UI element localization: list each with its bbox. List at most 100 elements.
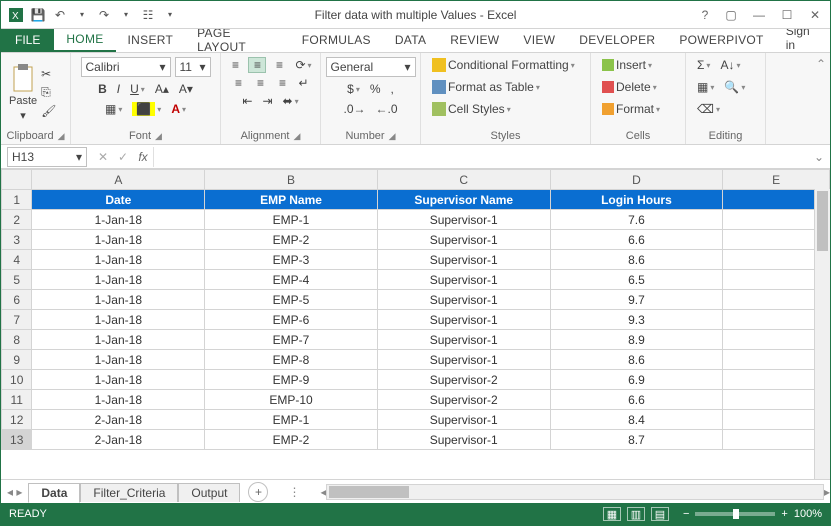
zoom-value[interactable]: 100% [794,508,822,520]
scrollbar-thumb[interactable] [817,191,828,251]
row-header-4[interactable]: 4 [2,250,32,270]
cell-D10[interactable]: 6.9 [550,370,723,390]
vertical-scrollbar[interactable] [814,189,830,479]
row-header-3[interactable]: 3 [2,230,32,250]
select-all-corner[interactable] [2,170,32,190]
find-select-button[interactable]: 🔍▾ [721,79,748,95]
cell-A7[interactable]: 1-Jan-18 [32,310,205,330]
help-icon[interactable]: ? [694,8,716,22]
font-size-select[interactable]: 11▾ [175,57,211,77]
row-header-6[interactable]: 6 [2,290,32,310]
align-center-button[interactable]: ≡ [251,75,269,91]
orientation-button[interactable]: ⟳▾ [292,57,314,73]
cancel-icon[interactable]: ✕ [93,150,113,164]
cell-B4[interactable]: EMP-3 [205,250,378,270]
decrease-decimal-button[interactable]: ←.0 [373,101,401,117]
delete-cells-button[interactable]: Delete▾ [599,79,660,95]
maximize-icon[interactable]: ☐ [774,4,800,26]
tab-review[interactable]: REVIEW [438,28,511,52]
tab-data[interactable]: DATA [383,28,438,52]
cell-A1[interactable]: Date [32,190,205,210]
percent-format-button[interactable]: % [367,81,384,97]
cell-D3[interactable]: 6.6 [550,230,723,250]
align-top-button[interactable]: ≡ [226,57,244,73]
cell-B8[interactable]: EMP-7 [205,330,378,350]
cell-D8[interactable]: 8.9 [550,330,723,350]
cell-D12[interactable]: 8.4 [550,410,723,430]
cell-D2[interactable]: 7.6 [550,210,723,230]
cell-styles-button[interactable]: Cell Styles▾ [429,101,514,117]
sheet-tab-output[interactable]: Output [178,483,240,502]
zoom-in-button[interactable]: + [781,508,787,520]
qat-customize-icon[interactable]: ▾ [161,6,179,24]
format-painter-icon[interactable]: 🖌 [41,104,56,118]
underline-button[interactable]: U▾ [127,81,148,97]
tab-developer[interactable]: DEVELOPER [567,28,667,52]
font-color-button[interactable]: A▾ [168,101,189,117]
cell-B11[interactable]: EMP-10 [205,390,378,410]
format-cells-button[interactable]: Format▾ [599,101,663,117]
cell-D13[interactable]: 8.7 [550,430,723,450]
paste-button[interactable]: Paste ▾ [9,63,37,122]
align-bottom-button[interactable]: ≡ [270,57,288,73]
cell-D11[interactable]: 6.6 [550,390,723,410]
row-header-5[interactable]: 5 [2,270,32,290]
column-header-D[interactable]: D [550,170,723,190]
row-header-12[interactable]: 12 [2,410,32,430]
comma-format-button[interactable]: , [388,81,397,97]
decrease-indent-button[interactable]: ⇤ [239,93,255,109]
cell-B1[interactable]: EMP Name [205,190,378,210]
cell-C4[interactable]: Supervisor-1 [377,250,550,270]
clear-button[interactable]: ⌫▾ [694,101,723,117]
number-format-select[interactable]: General▾ [326,57,416,77]
cell-C11[interactable]: Supervisor-2 [377,390,550,410]
sheet-nav-buttons[interactable]: ◂ ▸ [1,485,28,499]
cell-C2[interactable]: Supervisor-1 [377,210,550,230]
copy-icon[interactable]: ⎘ [41,85,56,100]
row-header-13[interactable]: 13 [2,430,32,450]
dialog-launcher-icon[interactable]: ◢ [58,131,65,142]
zoom-slider[interactable] [695,512,775,516]
tab-powerpivot[interactable]: POWERPIVOT [667,28,775,52]
scrollbar-thumb[interactable] [329,486,409,498]
cell-C10[interactable]: Supervisor-2 [377,370,550,390]
column-header-C[interactable]: C [377,170,550,190]
wrap-text-button[interactable]: ↵ [295,75,311,91]
increase-indent-button[interactable]: ⇥ [259,93,275,109]
cell-C1[interactable]: Supervisor Name [377,190,550,210]
dialog-launcher-icon[interactable]: ◢ [155,131,162,142]
cell-A8[interactable]: 1-Jan-18 [32,330,205,350]
autosum-button[interactable]: Σ▾ [694,57,713,73]
align-middle-button[interactable]: ≡ [248,57,266,73]
merge-button[interactable]: ⬌▾ [280,93,302,109]
sort-filter-button[interactable]: A↓▾ [717,57,743,73]
page-break-view-button[interactable]: ▤ [651,507,669,521]
sheet-tab-data[interactable]: Data [28,483,80,503]
conditional-formatting-button[interactable]: Conditional Formatting▾ [429,57,578,73]
cell-B12[interactable]: EMP-1 [205,410,378,430]
zoom-out-button[interactable]: − [683,508,689,520]
tab-file[interactable]: FILE [1,28,54,52]
zoom-handle[interactable] [733,509,739,519]
cell-C8[interactable]: Supervisor-1 [377,330,550,350]
bold-button[interactable]: B [95,81,110,97]
minimize-icon[interactable]: — [746,4,772,26]
cell-A12[interactable]: 2-Jan-18 [32,410,205,430]
cut-icon[interactable]: ✂ [41,67,56,81]
cell-D1[interactable]: Login Hours [550,190,723,210]
grid[interactable]: ABCDE1DateEMP NameSupervisor NameLogin H… [1,169,830,479]
fill-color-button[interactable]: ⬛▾ [129,101,164,117]
insert-cells-button[interactable]: Insert▾ [599,57,655,73]
cell-D5[interactable]: 6.5 [550,270,723,290]
collapse-ribbon-icon[interactable]: ⌃ [816,57,826,71]
cell-B10[interactable]: EMP-9 [205,370,378,390]
page-layout-view-button[interactable]: ▥ [627,507,645,521]
name-box[interactable]: H13▾ [7,147,87,167]
align-left-button[interactable]: ≡ [229,75,247,91]
cell-B2[interactable]: EMP-1 [205,210,378,230]
align-right-button[interactable]: ≡ [273,75,291,91]
cell-A6[interactable]: 1-Jan-18 [32,290,205,310]
cell-A13[interactable]: 2-Jan-18 [32,430,205,450]
cell-D7[interactable]: 9.3 [550,310,723,330]
cell-A2[interactable]: 1-Jan-18 [32,210,205,230]
